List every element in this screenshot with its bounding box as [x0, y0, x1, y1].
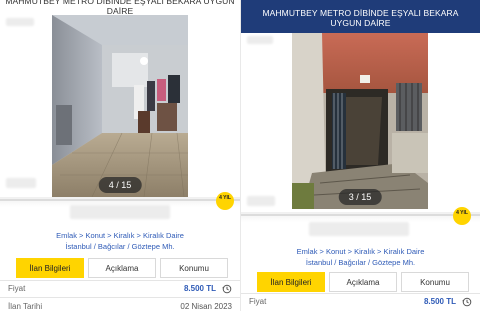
date-row: İlan Tarihi 02 Nisan 2023 [0, 300, 240, 311]
membership-years-badge: 4 YIL [216, 192, 234, 210]
blurred-region [6, 178, 36, 188]
divider [241, 214, 480, 216]
listing-header: MAHMUTBEY METRO DİBİNDE EŞYALI BEKARA UY… [0, 0, 240, 16]
tab-aciklama[interactable]: Açıklama [329, 272, 397, 292]
listing-photo[interactable]: 3 / 15 [292, 33, 428, 209]
detail-tabs: İlan Bilgileri Açıklama Konumu [16, 258, 228, 278]
history-icon[interactable] [222, 284, 232, 294]
breadcrumb-location[interactable]: İstanbul / Bağcılar / Göztepe Mh. [241, 257, 480, 268]
date-value: 02 Nisan 2023 [180, 302, 232, 311]
divider [0, 297, 240, 298]
blurred-region [247, 196, 275, 206]
breadcrumb-category[interactable]: Emlak > Konut > Kiralık > Kiralık Daire [241, 246, 480, 257]
tab-ilan-bilgileri[interactable]: İlan Bilgileri [16, 258, 84, 278]
price-value: 8.500 TL [423, 297, 456, 306]
room-interior-image [52, 15, 188, 197]
tab-ilan-bilgileri[interactable]: İlan Bilgileri [257, 272, 325, 292]
listing-title: MAHMUTBEY METRO DİBİNDE EŞYALI BEKARA UY… [5, 0, 235, 16]
listing-panel-left: MAHMUTBEY METRO DİBİNDE EŞYALI BEKARA UY… [0, 0, 240, 311]
divider [241, 293, 480, 294]
blurred-region [6, 18, 34, 26]
listing-header: MAHMUTBEY METRO DİBİNDE EŞYALI BEKARA UY… [241, 0, 480, 33]
photo-counter: 3 / 15 [338, 189, 382, 205]
divider [0, 280, 240, 281]
breadcrumb: Emlak > Konut > Kiralık > Kiralık Daire … [241, 246, 480, 268]
date-label: İlan Tarihi [8, 302, 43, 311]
breadcrumb: Emlak > Konut > Kiralık > Kiralık Daire … [0, 230, 240, 252]
price-row: Fiyat 8.500 TL [241, 295, 480, 309]
blurred-region [247, 36, 273, 44]
listing-panel-right: MAHMUTBEY METRO DİBİNDE EŞYALI BEKARA UY… [241, 0, 480, 311]
detail-tabs: İlan Bilgileri Açıklama Konumu [257, 272, 469, 292]
history-icon[interactable] [462, 297, 472, 307]
blurred-region [309, 222, 409, 236]
price-label: Fiyat [8, 284, 26, 293]
price-row: Fiyat 8.500 TL [0, 282, 240, 296]
photo-counter: 4 / 15 [98, 177, 142, 193]
tab-konumu[interactable]: Konumu [401, 272, 469, 292]
basement-entrance-image [292, 33, 428, 209]
listing-title: MAHMUTBEY METRO DİBİNDE EŞYALI BEKARA UY… [262, 8, 459, 28]
blurred-region [70, 205, 170, 219]
price-label: Fiyat [249, 297, 267, 306]
divider [0, 199, 240, 201]
price-value: 8.500 TL [183, 284, 216, 293]
listing-photo[interactable]: 4 / 15 [52, 15, 188, 197]
breadcrumb-location[interactable]: İstanbul / Bağcılar / Göztepe Mh. [0, 241, 240, 252]
tab-aciklama[interactable]: Açıklama [88, 258, 156, 278]
membership-years-badge: 4 YIL [453, 207, 471, 225]
tab-konumu[interactable]: Konumu [160, 258, 228, 278]
breadcrumb-category[interactable]: Emlak > Konut > Kiralık > Kiralık Daire [0, 230, 240, 241]
